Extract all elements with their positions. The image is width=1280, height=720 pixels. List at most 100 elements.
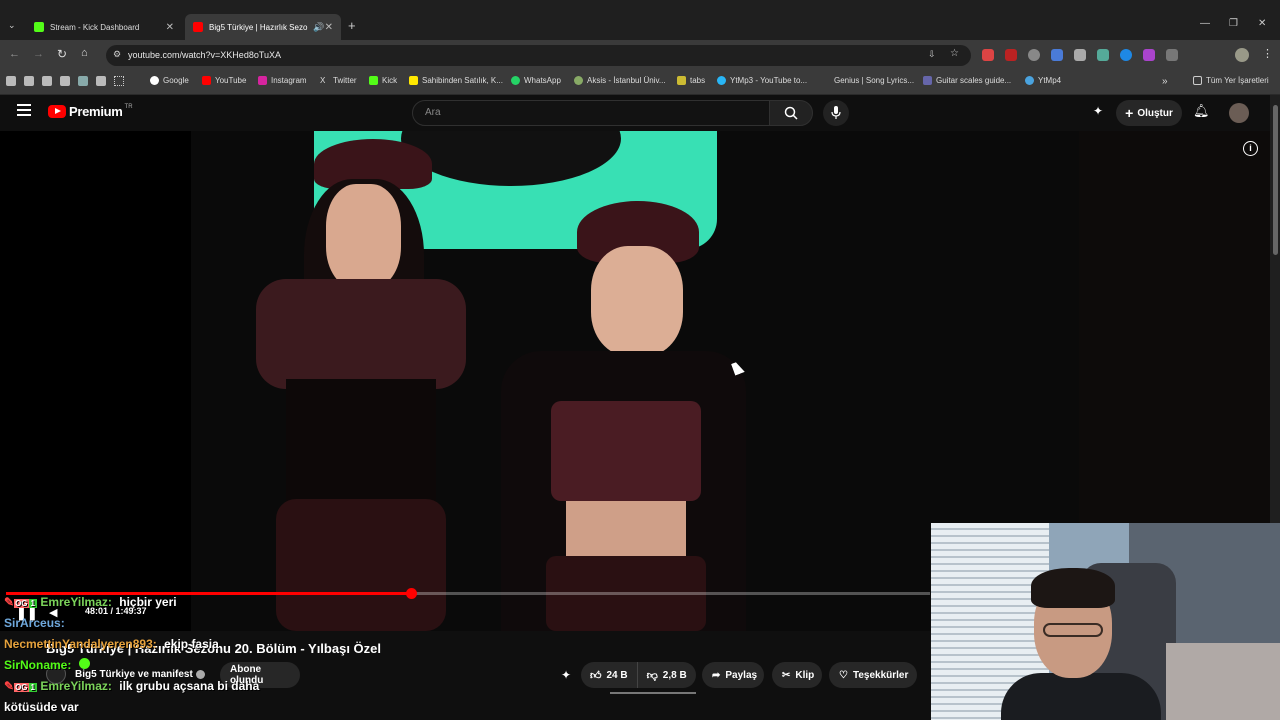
kick-icon [369, 76, 378, 85]
extensions-row [982, 49, 1178, 61]
chat-username: EmreYilmaz: [40, 595, 112, 609]
progress-scrubber[interactable] [405, 588, 417, 599]
bookmark-kick[interactable]: Kick [369, 76, 397, 85]
close-icon[interactable]: ✕ [325, 22, 333, 33]
premium-badge-icon[interactable]: ✦ [561, 668, 571, 682]
chat-badge: 1 [28, 683, 37, 692]
new-tab-button[interactable]: + [348, 18, 356, 33]
ytmp3-icon [717, 76, 726, 85]
bookmark-icon[interactable] [6, 76, 16, 86]
reload-icon[interactable]: ↻ [57, 47, 67, 61]
bookmark-ytmp4[interactable]: YtMp4 [1025, 76, 1061, 85]
folder-icon [1193, 76, 1202, 85]
more-bookmarks-icon[interactable]: » [1162, 76, 1168, 87]
clip-button[interactable]: ✂ Klip [772, 662, 822, 688]
search-button[interactable] [769, 100, 813, 126]
close-icon[interactable]: ✕ [166, 22, 174, 33]
minimize-button[interactable]: — [1200, 18, 1210, 29]
tab-search-icon[interactable]: ⌄ [8, 20, 16, 31]
bookmark-sahibinden[interactable]: Sahibinden Satılık, K... [409, 76, 503, 85]
like-button[interactable]: 👍︎ 24 B [581, 662, 638, 688]
close-window-button[interactable]: ✕ [1258, 18, 1266, 29]
extension-icon[interactable] [1051, 49, 1063, 61]
install-icon[interactable]: ⇩ [928, 49, 936, 60]
chat-badge: OG [14, 599, 29, 608]
extension-icon[interactable] [1097, 49, 1109, 61]
bookmark-icon[interactable] [78, 76, 88, 86]
bookmark-icon[interactable] [42, 76, 52, 86]
extension-icon[interactable] [1143, 49, 1155, 61]
chat-text: ilk grubu açsana bi daha [119, 679, 260, 693]
info-icon[interactable]: i [1243, 141, 1258, 156]
scrollbar-thumb[interactable] [1273, 105, 1278, 255]
address-bar[interactable]: ⚙ youtube.com/watch?v=XKHed8oTuXA ⇩ ☆ [106, 45, 971, 66]
thanks-icon: ♡ [839, 669, 848, 681]
person-left [256, 139, 476, 631]
bookmark-guitar[interactable]: Guitar scales guide... [923, 76, 1011, 85]
chat-badges: ✎ [4, 595, 15, 609]
whatsapp-icon [511, 76, 520, 85]
back-icon[interactable]: ← [9, 48, 20, 60]
streamer-hair [1031, 568, 1115, 608]
extension-icon[interactable] [982, 49, 994, 61]
chat-badge: OG [14, 683, 29, 692]
youtube-logo[interactable]: Premium TR [48, 104, 133, 119]
site-info-icon[interactable]: ⚙ [113, 49, 121, 60]
menu-icon[interactable]: ⋮ [1262, 47, 1273, 60]
bookmark-youtube[interactable]: YouTube [202, 76, 246, 85]
bookmark-twitter[interactable]: X Twitter [320, 76, 357, 85]
tab-strip: ⌄ Stream - Kick Dashboard ✕ Big5 Türkiye… [0, 0, 1280, 40]
extension-icon[interactable] [1005, 49, 1017, 61]
puzzle-icon[interactable] [1166, 49, 1178, 61]
all-bookmarks[interactable]: Tüm Yer İşaretleri [1193, 76, 1269, 85]
thanks-button[interactable]: ♡ Teşekkürler [829, 662, 917, 688]
browser-toolbar: ← → ↻ ⌂ ⚙ youtube.com/watch?v=XKHed8oTuX… [0, 40, 1280, 70]
search-input[interactable]: Ara [412, 100, 770, 126]
chat-message: NecmettinYandalyeren893: ekip fasia [4, 637, 219, 651]
guitar-icon [923, 76, 932, 85]
create-button[interactable]: + Oluştur [1116, 100, 1182, 126]
bookmark-google[interactable]: Google [150, 76, 189, 85]
notifications-bell-icon[interactable]: 🔔︎ [1193, 103, 1210, 119]
extension-icon[interactable] [1028, 49, 1040, 61]
voice-search-button[interactable] [823, 100, 849, 126]
chat-message: SirNoname: [4, 658, 90, 672]
bookmark-icon[interactable] [96, 76, 106, 86]
thumbs-up-icon: 👍︎ [590, 669, 602, 682]
bookmark-genius[interactable]: Genius | Song Lyrics... [834, 76, 914, 85]
home-icon[interactable]: ⌂ [81, 47, 88, 59]
youtube-icon [202, 76, 211, 85]
youtube-play-icon [48, 105, 66, 118]
forward-icon[interactable]: → [33, 48, 44, 60]
tab-youtube[interactable]: Big5 Türkiye | Hazırlık Sezo 🔊 ✕ [185, 14, 341, 40]
share-button[interactable]: ➦ Paylaş [702, 662, 764, 688]
cloud-icon [1025, 76, 1034, 85]
speaker-icon[interactable]: 🔊 [313, 22, 324, 33]
bookmark-ytmp3[interactable]: YtMp3 - YouTube to... [717, 76, 807, 85]
person-right [501, 201, 751, 631]
bookmark-aksis[interactable]: Aksis - İstanbul Üniv... [574, 76, 666, 85]
bookmark-tabs[interactable]: tabs [677, 76, 705, 85]
hamburger-menu-icon[interactable] [17, 104, 31, 116]
apps-grid-icon[interactable] [114, 76, 124, 86]
video-player[interactable]: ❚❚ ◀ 48:01 / 1:49:37 [0, 131, 1079, 631]
bookmark-icon[interactable] [24, 76, 34, 86]
bookmark-whatsapp[interactable]: WhatsApp [511, 76, 561, 85]
tab-kick-dashboard[interactable]: Stream - Kick Dashboard ✕ [26, 14, 182, 40]
webcam-overlay [931, 523, 1280, 720]
logo-region: TR [124, 104, 133, 110]
extension-icon[interactable] [1120, 49, 1132, 61]
profile-avatar[interactable] [1235, 48, 1249, 62]
glasses-icon [1043, 623, 1103, 637]
account-avatar[interactable] [1229, 103, 1249, 123]
bookmark-icon[interactable] [60, 76, 70, 86]
premium-features-icon[interactable]: ✦ [1093, 104, 1103, 118]
bookmark-instagram[interactable]: Instagram [258, 76, 307, 85]
search-placeholder: Ara [425, 107, 441, 118]
search-icon [784, 106, 798, 120]
dislike-button[interactable]: 👎︎ 2,8 B [638, 662, 696, 688]
restore-button[interactable]: ❐ [1229, 18, 1238, 29]
star-icon[interactable]: ☆ [950, 48, 959, 59]
extension-icon[interactable] [1074, 49, 1086, 61]
chat-message: SirArceus: [4, 616, 65, 630]
